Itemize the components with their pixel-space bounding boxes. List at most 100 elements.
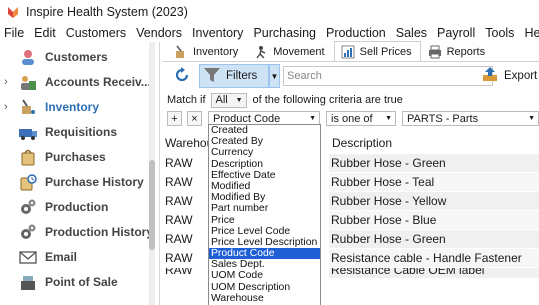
sidebar-item-point-of-sale[interactable]: Point of Sale (0, 269, 150, 294)
menu-file[interactable]: File (0, 26, 29, 40)
purchase-history-icon (18, 172, 38, 192)
add-criteria-button[interactable]: + (167, 111, 182, 126)
title-bar: Inspire Health System (2023) (0, 0, 539, 24)
search-input[interactable] (283, 66, 493, 86)
tab-bar: Inventory Movement Sell Prices Reports (163, 41, 539, 62)
description-cell: Rubber Hose - Green (329, 154, 539, 172)
remove-criteria-button[interactable]: × (187, 111, 202, 126)
reports-tab-icon (428, 45, 442, 59)
description-cell: Resistance Cable OEM label (329, 268, 539, 278)
inventory-icon (18, 97, 38, 117)
chevron-right-icon[interactable]: › (4, 101, 14, 113)
menu-payroll[interactable]: Payroll (432, 26, 480, 40)
menu-sales[interactable]: Sales (391, 26, 432, 40)
description-cell: Rubber Hose - Green (329, 230, 539, 248)
sidebar-item-label: Production History (45, 224, 154, 239)
menu-inventory[interactable]: Inventory (187, 26, 248, 40)
tab-reports[interactable]: Reports (421, 41, 495, 61)
criteria-field-value: Product Code (213, 112, 281, 125)
sidebar-item-inventory[interactable]: › Inventory (0, 94, 150, 119)
field-option[interactable]: Part number (209, 203, 320, 214)
field-option[interactable]: Created (209, 125, 320, 136)
field-option[interactable]: UOM Code (209, 270, 320, 281)
warehouse-cell: RAW (165, 175, 193, 189)
sidebar-item-label: Accounts Receiv... (45, 74, 151, 89)
sidebar-item-label: Point of Sale (45, 274, 118, 289)
toolbar: Filters ▼ Export (163, 62, 539, 90)
sidebar-scrollbar[interactable] (149, 42, 155, 305)
tab-label: Sell Prices (359, 45, 412, 58)
field-option[interactable]: Warehouse (209, 293, 320, 304)
export-label: Export (504, 69, 538, 82)
warehouse-cell: RAW (165, 213, 193, 227)
close-icon: × (191, 112, 198, 125)
menu-production[interactable]: Production (321, 26, 391, 40)
criteria-value-select[interactable]: PARTS - Parts ▼ (402, 111, 539, 126)
menu-edit[interactable]: Edit (29, 26, 61, 40)
field-option[interactable]: Modified (209, 181, 320, 192)
sidebar-item-requisitions[interactable]: Requisitions (0, 119, 150, 144)
sidebar-item-customers[interactable]: Customers (0, 44, 150, 69)
warehouse-cell: RAW (165, 251, 193, 265)
description-cell: Rubber Hose - Yellow (329, 192, 539, 210)
sidebar-item-label: Customers (45, 49, 108, 64)
column-header-description[interactable]: Description (332, 130, 392, 156)
sidebar-item-accounts-receivable[interactable]: › Accounts Receiv... (0, 69, 151, 94)
sidebar-item-production-history[interactable]: Production History (0, 219, 154, 244)
sidebar-item-label: Inventory (45, 99, 100, 114)
export-button[interactable]: Export (481, 65, 537, 86)
filters-dropdown-button[interactable]: ▼ (269, 64, 280, 88)
export-icon (481, 65, 499, 86)
field-option[interactable]: Currency (209, 147, 320, 158)
chevron-right-icon[interactable]: › (4, 76, 14, 88)
warehouse-cell: RAW (165, 268, 193, 277)
menu-vendors[interactable]: Vendors (131, 26, 187, 40)
column-header-warehouse[interactable]: Warehou (165, 130, 213, 156)
match-mode-select[interactable]: All ▼ (210, 92, 247, 108)
menu-purchasing[interactable]: Purchasing (248, 26, 321, 40)
refresh-icon (173, 66, 191, 87)
sidebar-item-label: Purchase History (45, 174, 144, 189)
sidebar: Customers › Accounts Receiv... › Invento… (0, 42, 160, 305)
window-title: Inspire Health System (2023) (26, 5, 188, 19)
tab-sell-prices[interactable]: Sell Prices (333, 41, 421, 61)
field-option[interactable]: Description (209, 159, 320, 170)
email-icon (18, 247, 38, 267)
caret-down-icon: ▼ (528, 115, 535, 122)
field-option[interactable]: Price (209, 215, 320, 226)
tab-movement[interactable]: Movement (247, 41, 333, 61)
criteria-operator-select[interactable]: is one of ▼ (326, 111, 396, 126)
refresh-button[interactable] (171, 65, 193, 87)
menu-tools[interactable]: Tools (480, 26, 519, 40)
menu-bar: File Edit Customers Vendors Inventory Pu… (0, 24, 539, 42)
purchases-icon (18, 147, 38, 167)
sidebar-item-purchase-history[interactable]: Purchase History (0, 169, 150, 194)
menu-help[interactable]: Help (519, 26, 539, 40)
filters-button[interactable]: Filters (199, 64, 269, 88)
menu-customers[interactable]: Customers (61, 26, 131, 40)
point-of-sale-icon (18, 272, 38, 292)
field-option[interactable]: Price Level Code (209, 226, 320, 237)
production-icon (18, 197, 38, 217)
match-criteria-row: Match if All ▼ of the following criteria… (163, 92, 539, 108)
field-option[interactable]: Created By (209, 136, 320, 147)
criteria-value-value: PARTS - Parts (407, 112, 479, 125)
field-option-selected[interactable]: Product Code (209, 248, 320, 260)
caret-down-icon: ▼ (309, 115, 316, 122)
sidebar-item-purchases[interactable]: Purchases (0, 144, 150, 169)
description-cell: Rubber Hose - Teal (329, 173, 539, 191)
sidebar-item-label: Email (45, 249, 78, 264)
warehouse-cell: RAW (165, 232, 193, 246)
field-option[interactable]: UOM Description (209, 282, 320, 293)
field-option[interactable]: Price Level Description (209, 237, 320, 248)
sidebar-item-label: Production (45, 199, 109, 214)
match-suffix-text: of the following criteria are true (252, 94, 403, 106)
scrollbar-thumb[interactable] (149, 160, 155, 250)
field-option[interactable]: Effective Date (209, 170, 320, 181)
tab-inventory[interactable]: Inventory (167, 41, 247, 61)
sidebar-item-production[interactable]: Production (0, 194, 150, 219)
field-option[interactable]: Modified By (209, 192, 320, 203)
sidebar-item-email[interactable]: Email (0, 244, 150, 269)
requisitions-icon (18, 122, 38, 142)
field-option[interactable]: Sales Dept. (209, 259, 320, 270)
